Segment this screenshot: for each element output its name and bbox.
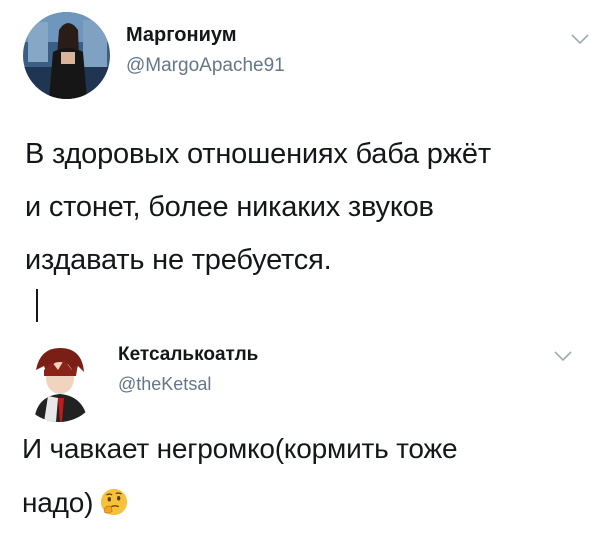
tweet-reply: Кетсалькоатль @theKetsal И чавкает негро… [0, 320, 604, 541]
author-handle[interactable]: @MargoApache91 [126, 55, 285, 77]
tweet-text: И чавкает негромко(кормить тоже надо) [22, 422, 592, 530]
thinking-face-emoji-icon [101, 488, 128, 515]
tweet-text-line: И чавкает негромко(кормить тоже [22, 433, 458, 464]
text-cursor [36, 289, 38, 322]
tweet-text-line: издавать не требуется. [25, 244, 332, 276]
avatar[interactable] [18, 340, 100, 422]
tweet-text-line: надо) [22, 487, 94, 518]
chevron-down-icon[interactable] [553, 349, 573, 363]
tweet-text-line: В здоровых отношениях баба ржёт [25, 138, 491, 170]
tweet-text-line: и стонет, более никаких звуков [25, 191, 434, 223]
avatar[interactable] [23, 12, 110, 99]
tweet-text: В здоровых отношениях баба ржёт и стонет… [25, 128, 595, 287]
author-handle[interactable]: @theKetsal [118, 374, 211, 395]
chevron-down-icon[interactable] [570, 32, 590, 46]
tweet-text-line-with-emoji: надо) [22, 476, 592, 530]
author-name[interactable]: Маргониум [126, 24, 237, 47]
author-name[interactable]: Кетсалькоатль [118, 344, 258, 366]
tweet-original: Маргониум @MargoApache91 В здоровых отно… [0, 0, 604, 322]
